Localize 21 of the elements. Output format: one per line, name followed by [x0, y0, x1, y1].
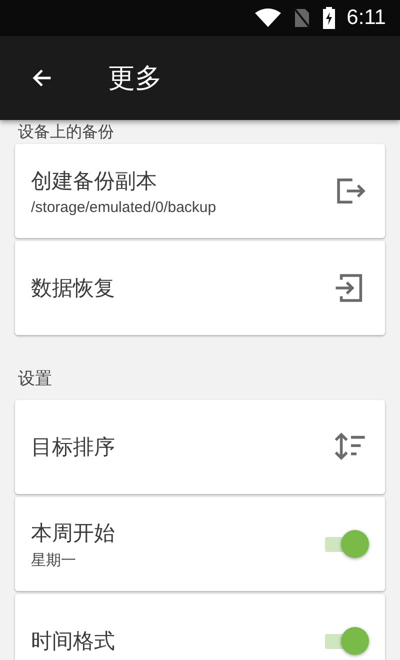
item-title: 目标排序: [31, 434, 115, 461]
no-sim-icon: [292, 7, 311, 29]
item-title: 数据恢复: [31, 275, 115, 302]
battery-icon: [322, 7, 335, 29]
status-time: 6:11: [346, 6, 386, 30]
settings-item[interactable]: 目标排序: [15, 400, 385, 494]
item-title: 时间格式: [31, 628, 115, 655]
toggle-switch[interactable]: [323, 529, 369, 559]
settings-item[interactable]: 本周开始 星期一: [15, 497, 385, 591]
settings-item[interactable]: 时间格式: [15, 594, 385, 660]
settings-item[interactable]: 创建备份副本 /storage/emulated/0/backup: [15, 144, 385, 238]
screen-title: 更多: [108, 62, 162, 96]
settings-item[interactable]: 数据恢复: [15, 241, 385, 335]
wifi-icon: [254, 8, 281, 28]
item-title: 创建备份副本: [31, 168, 158, 194]
item-subtitle: 星期一: [31, 550, 77, 570]
item-title: 本周开始: [31, 520, 115, 546]
toggle-switch[interactable]: [323, 626, 369, 656]
section-header: 设备上的备份: [17, 123, 115, 141]
item-subtitle: /storage/emulated/0/backup: [31, 198, 216, 216]
section-header: 设置: [17, 368, 53, 390]
